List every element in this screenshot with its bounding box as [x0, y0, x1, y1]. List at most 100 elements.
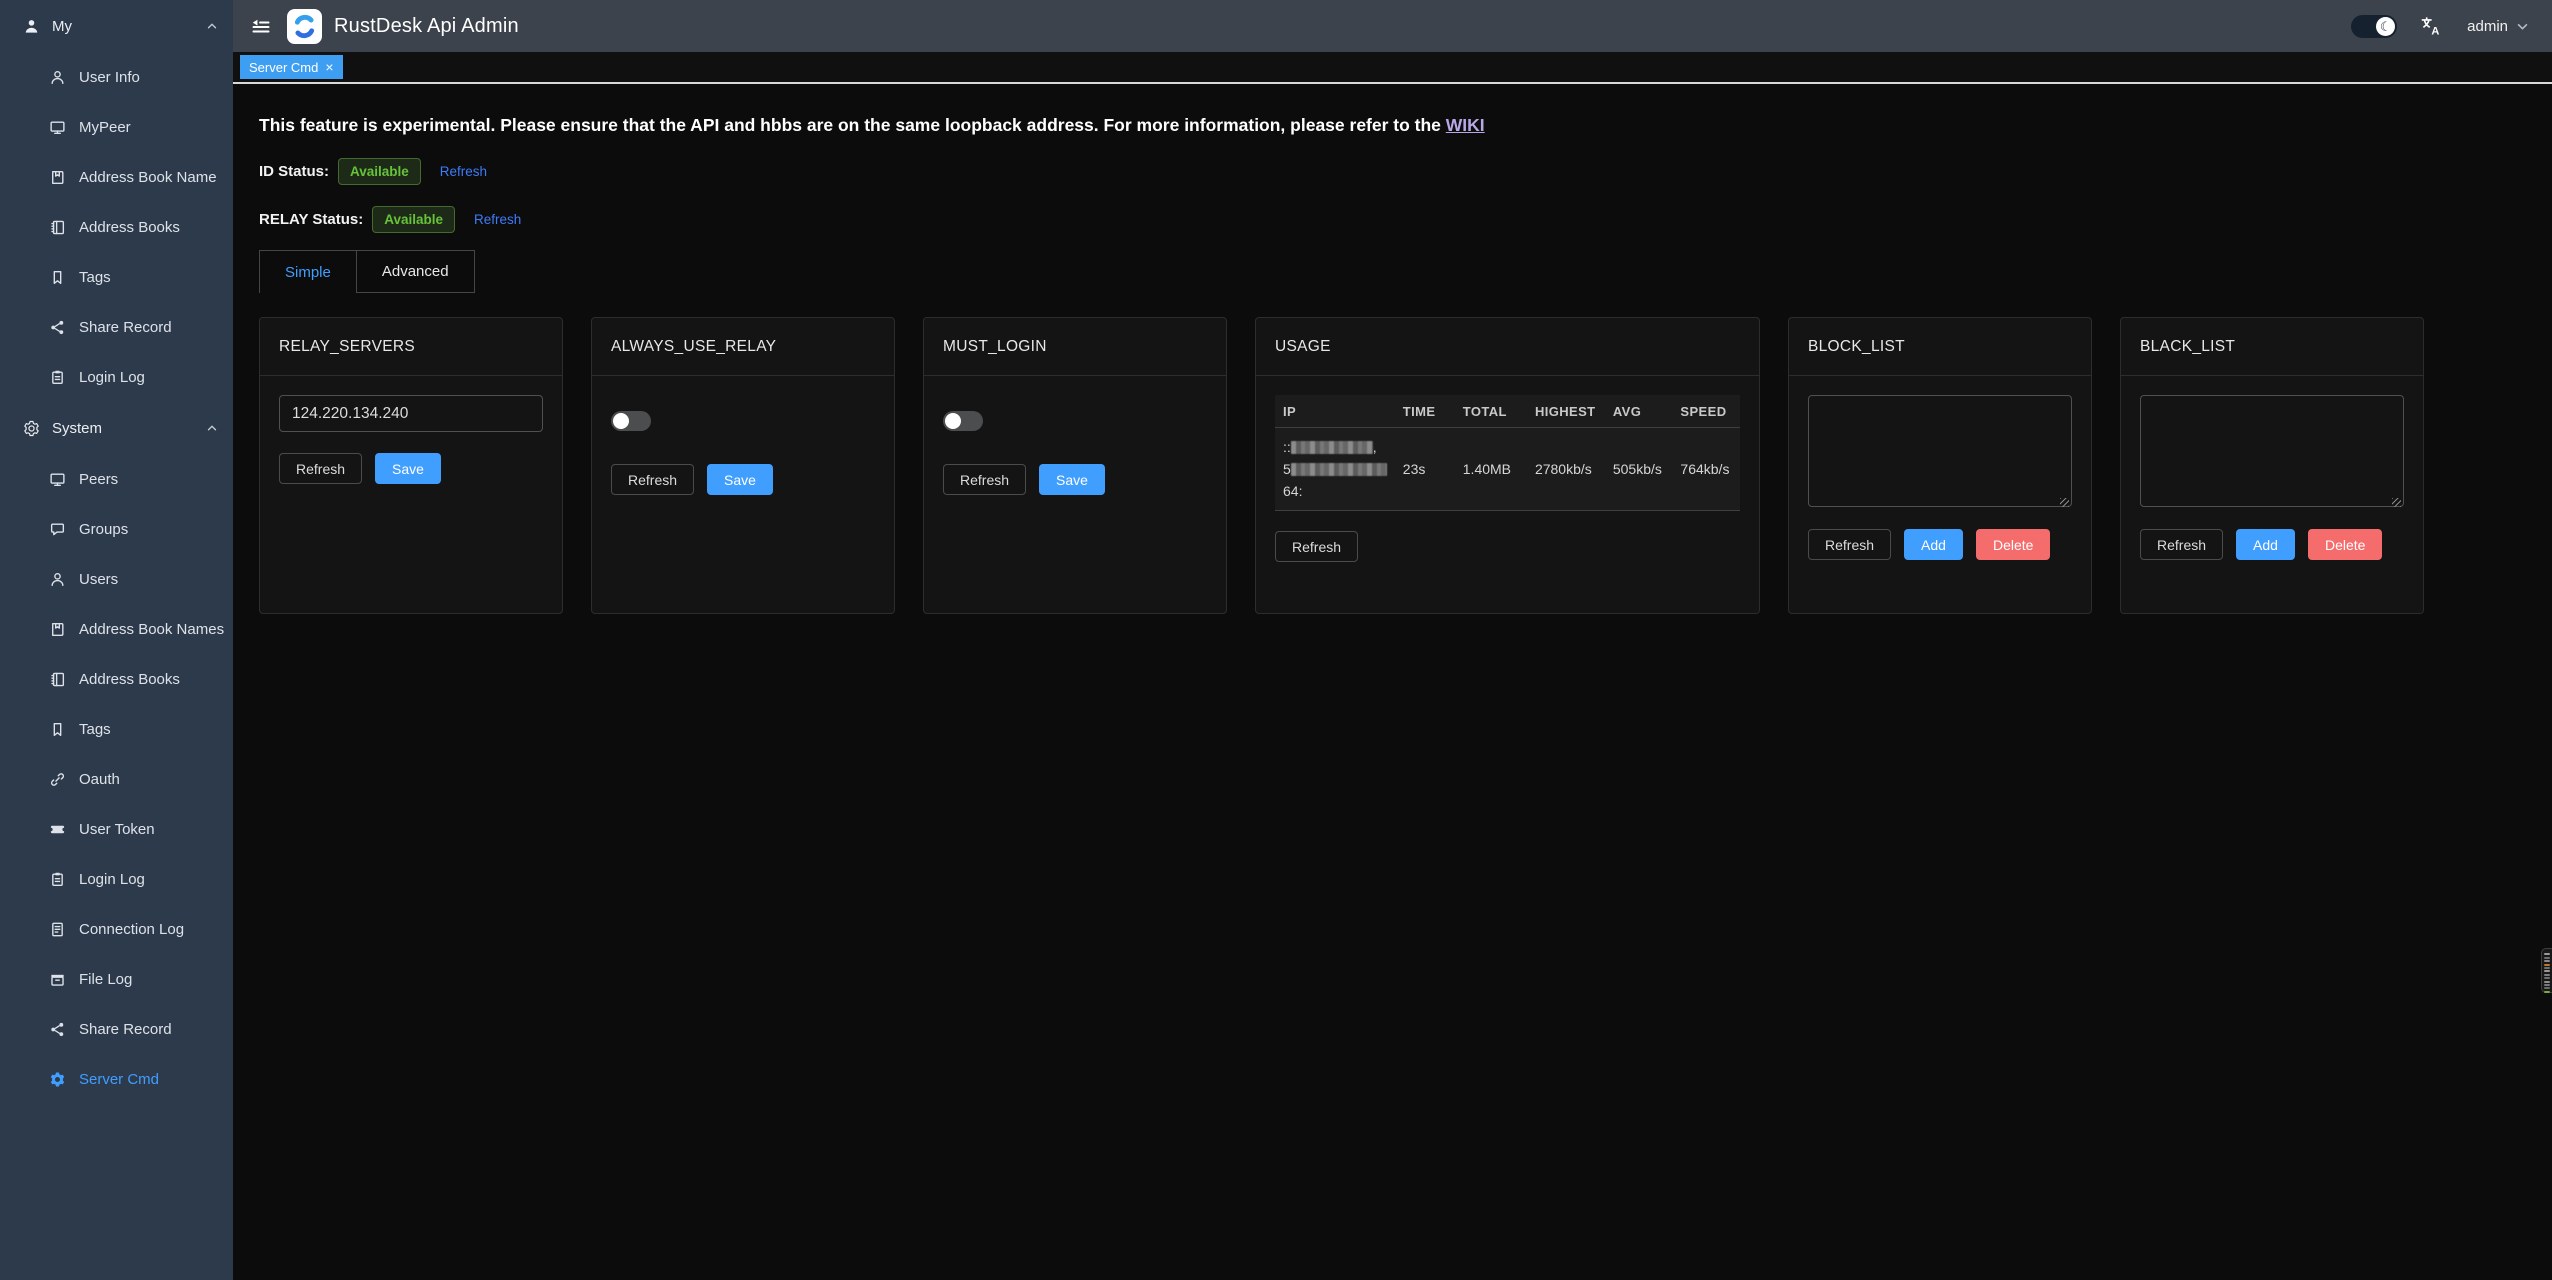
block-list-add-button[interactable]: Add — [1904, 529, 1963, 560]
sidebar-item-mypeer[interactable]: MyPeer — [0, 102, 233, 152]
cards-row: RELAY_SERVERS Refresh Save ALWAYS_USE_RE… — [259, 317, 2552, 614]
usage-highest: 2780kb/s — [1527, 428, 1605, 511]
edge-widget-stripe — [2544, 977, 2550, 979]
tab-server-cmd[interactable]: Server Cmd × — [240, 55, 343, 79]
clipboard-icon — [48, 870, 66, 888]
notebook-icon — [48, 670, 66, 688]
sidebar-item-connection-log[interactable]: Connection Log — [0, 904, 233, 954]
chevron-down-icon — [2517, 23, 2528, 30]
wiki-link[interactable]: WIKI — [1446, 115, 1485, 135]
edge-widget-stripe — [2544, 970, 2550, 972]
must-login-save-button[interactable]: Save — [1039, 464, 1105, 495]
theme-toggle[interactable]: ☾ — [2351, 15, 2397, 38]
sidebar-item-tags[interactable]: Tags — [0, 252, 233, 302]
relay-status-label: RELAY Status: — [259, 211, 363, 228]
sidebar-item-share-record[interactable]: Share Record — [0, 302, 233, 352]
sidebar-item-address-book-names[interactable]: Address Book Names — [0, 604, 233, 654]
usage-speed: 764kb/s — [1672, 428, 1740, 511]
card-must-login: MUST_LOGIN Refresh Save — [923, 317, 1227, 614]
translate-icon[interactable]: A — [2419, 15, 2441, 37]
col-highest: HIGHEST — [1527, 395, 1605, 428]
warning-text: This feature is experimental. Please ens… — [259, 115, 1446, 135]
relay-status-refresh-link[interactable]: Refresh — [474, 212, 521, 227]
col-speed: SPEED — [1672, 395, 1740, 428]
edge-widget-stripe — [2544, 960, 2550, 962]
edge-widget-stripe — [2544, 964, 2550, 966]
rustdesk-logo-icon — [287, 9, 322, 44]
edge-widget-stripe — [2544, 981, 2550, 983]
tab-advanced[interactable]: Advanced — [356, 251, 474, 293]
col-total: TOTAL — [1455, 395, 1527, 428]
relay-status-row: RELAY Status: Available Refresh — [259, 206, 2552, 233]
edge-widget-stripe — [2544, 953, 2550, 955]
sidebar-item-login-log[interactable]: Login Log — [0, 352, 233, 402]
link-icon — [48, 770, 66, 788]
must-login-toggle[interactable] — [943, 411, 983, 431]
svg-text:A: A — [2431, 25, 2439, 37]
sidebar-item-address-books[interactable]: Address Books — [0, 202, 233, 252]
id-status-row: ID Status: Available Refresh — [259, 158, 2552, 185]
sidebar-item-tags[interactable]: Tags — [0, 704, 233, 754]
sidebar-section-system[interactable]: System — [0, 402, 233, 454]
ticket-icon — [48, 820, 66, 838]
relay-servers-refresh-button[interactable]: Refresh — [279, 453, 362, 484]
sidebar-item-user-info[interactable]: User Info — [0, 52, 233, 102]
moon-icon: ☾ — [2376, 17, 2395, 36]
black-list-textarea[interactable] — [2140, 395, 2404, 507]
sidebar-item-user-token[interactable]: User Token — [0, 804, 233, 854]
sidebar-item-server-cmd[interactable]: Server Cmd — [0, 1054, 233, 1104]
always-use-relay-refresh-button[interactable]: Refresh — [611, 464, 694, 495]
monitor-icon — [48, 470, 66, 488]
share-icon — [48, 318, 66, 336]
relay-servers-save-button[interactable]: Save — [375, 453, 441, 484]
page-title: RustDesk Api Admin — [334, 15, 519, 38]
block-list-textarea[interactable] — [1808, 395, 2072, 507]
sidebar-collapse-icon[interactable] — [251, 19, 271, 34]
edge-widget-stripe — [2544, 974, 2550, 976]
must-login-refresh-button[interactable]: Refresh — [943, 464, 1026, 495]
black-list-delete-button[interactable]: Delete — [2308, 529, 2382, 560]
relay-servers-input[interactable] — [279, 395, 543, 432]
block-list-delete-button[interactable]: Delete — [1976, 529, 2050, 560]
chevron-up-icon — [205, 19, 219, 33]
close-icon[interactable]: × — [325, 60, 333, 74]
id-status-refresh-link[interactable]: Refresh — [440, 164, 487, 179]
usage-ip-cell: ::, 5 64: — [1275, 428, 1395, 511]
sidebar-item-oauth[interactable]: Oauth — [0, 754, 233, 804]
card-black-list: BLACK_LIST Refresh Add Delete — [2120, 317, 2424, 614]
col-avg: AVG — [1605, 395, 1673, 428]
sidebar-section-my[interactable]: My — [0, 0, 233, 52]
sidebar-item-peers[interactable]: Peers — [0, 454, 233, 504]
user-menu[interactable]: admin — [2467, 18, 2528, 35]
share-icon — [48, 1020, 66, 1038]
card-always-use-relay: ALWAYS_USE_RELAY Refresh Save — [591, 317, 895, 614]
user-filled-icon — [22, 17, 40, 35]
sidebar-item-share-record[interactable]: Share Record — [0, 1004, 233, 1054]
card-title: USAGE — [1256, 318, 1759, 376]
sidebar-item-file-log[interactable]: File Log — [0, 954, 233, 1004]
card-title: ALWAYS_USE_RELAY — [592, 318, 894, 376]
mode-tabs: Simple Advanced — [259, 250, 475, 293]
sidebar-item-login-log[interactable]: Login Log — [0, 854, 233, 904]
redacted-block — [1291, 441, 1373, 454]
sidebar-item-address-book-name[interactable]: Address Book Name — [0, 152, 233, 202]
edge-widget-stripe — [2544, 957, 2550, 959]
chat-icon — [48, 520, 66, 538]
sidebar-item-users[interactable]: Users — [0, 554, 233, 604]
edge-docked-widget[interactable] — [2541, 948, 2552, 993]
header-bar: RustDesk Api Admin ☾ A admin — [233, 0, 2552, 52]
black-list-add-button[interactable]: Add — [2236, 529, 2295, 560]
always-use-relay-toggle[interactable] — [611, 411, 651, 431]
block-list-refresh-button[interactable]: Refresh — [1808, 529, 1891, 560]
always-use-relay-save-button[interactable]: Save — [707, 464, 773, 495]
sidebar-item-address-books[interactable]: Address Books — [0, 654, 233, 704]
id-status-badge: Available — [338, 158, 421, 185]
black-list-refresh-button[interactable]: Refresh — [2140, 529, 2223, 560]
usage-refresh-button[interactable]: Refresh — [1275, 531, 1358, 562]
experimental-warning: This feature is experimental. Please ens… — [259, 113, 2552, 137]
tab-label: Server Cmd — [249, 60, 318, 75]
tab-simple[interactable]: Simple — [260, 251, 356, 293]
sidebar-item-groups[interactable]: Groups — [0, 504, 233, 554]
main-content: This feature is experimental. Please ens… — [233, 86, 2552, 1280]
redacted-block — [1291, 463, 1387, 476]
